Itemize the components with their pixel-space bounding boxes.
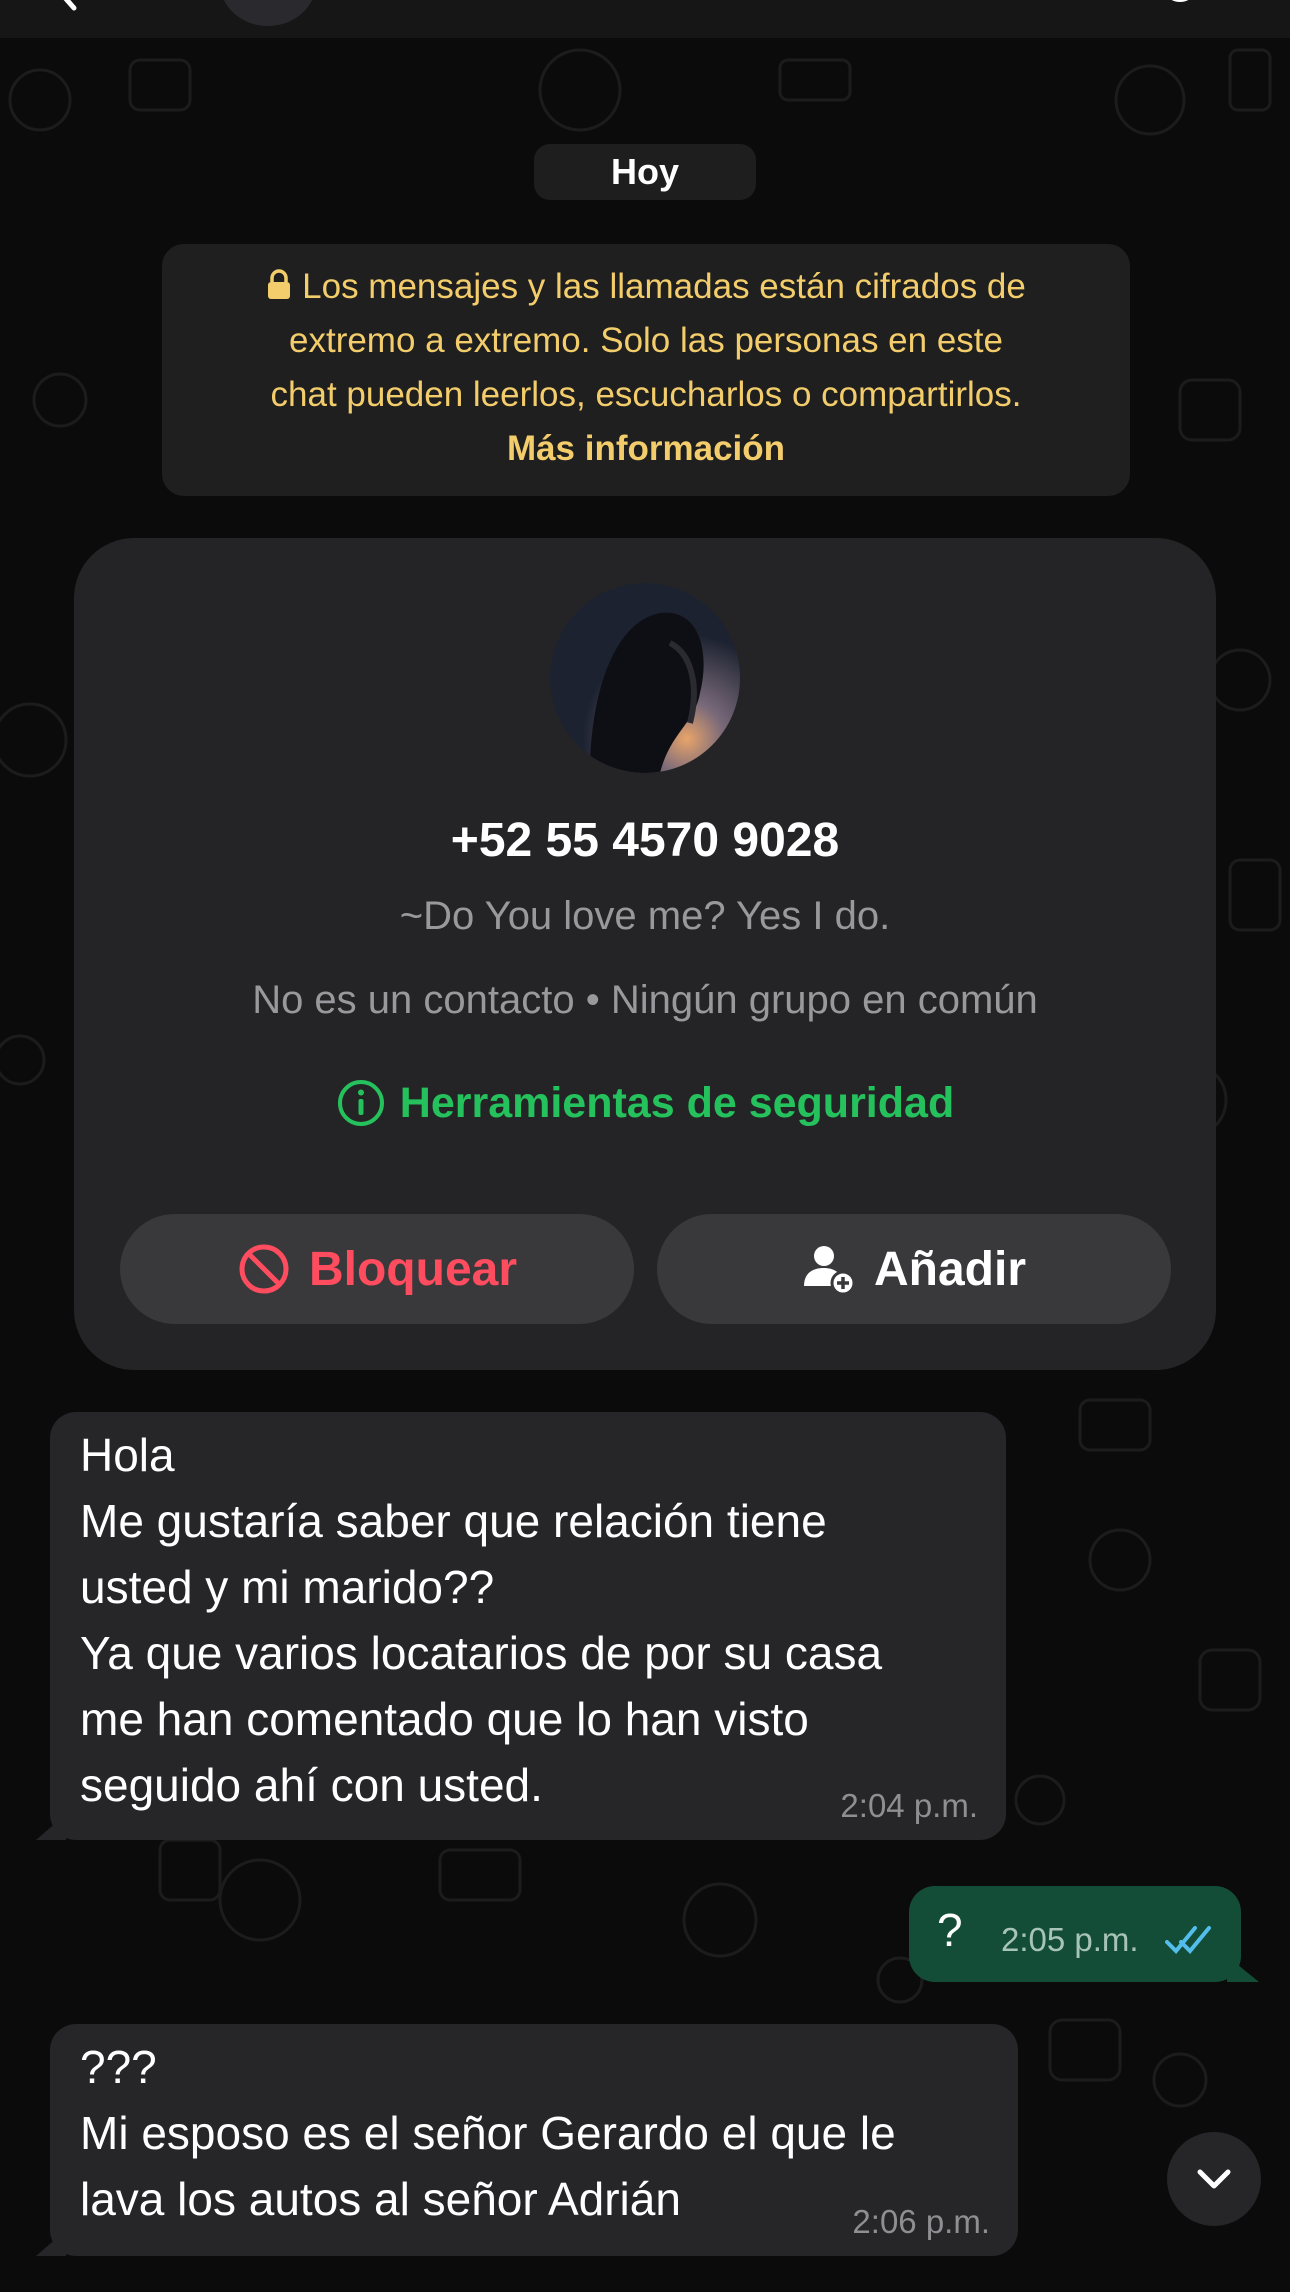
message-text-line: Mi esposo es el señor Gerardo el que le [80, 2107, 896, 2159]
back-icon[interactable] [48, 0, 88, 12]
block-icon [239, 1244, 289, 1294]
message-text-line: ??? [80, 2041, 157, 2093]
contact-info-card: +52 55 4570 9028 ~Do You love me? Yes I … [74, 538, 1216, 1370]
chevron-down-icon [1197, 2169, 1231, 2189]
encryption-line-2: extremo a extremo. Solo las personas en … [289, 321, 1003, 360]
encryption-notice[interactable]: Los mensajes y las llamadas están cifrad… [162, 244, 1130, 496]
block-label: Bloquear [308, 1242, 518, 1296]
safety-tools-link[interactable]: Herramientas de seguridad [74, 1078, 1216, 1128]
add-label: Añadir [873, 1242, 1026, 1296]
message-time: 2:05 p.m. [1001, 1921, 1139, 1958]
encryption-line-1: Los mensajes y las llamadas están cifrad… [162, 260, 1130, 314]
contact-relationship-info: No es un contacto • Ningún grupo en comú… [252, 978, 1038, 1022]
message-text-line: usted y mi marido?? [80, 1561, 495, 1613]
scroll-to-bottom-button[interactable] [1167, 2132, 1261, 2226]
message-text: ? [937, 1904, 963, 1956]
message-time: 2:04 p.m. [840, 1787, 978, 1824]
more-info-link[interactable]: Más información [162, 422, 1130, 476]
message-text-line: Ya que varios locatarios de por su casa [80, 1627, 883, 1679]
outgoing-message[interactable]: ? 2:05 p.m. [909, 1886, 1241, 1982]
safety-tools-label: Herramientas de seguridad [399, 1078, 955, 1127]
encryption-line-3: chat pueden leerlos, escucharlos o compa… [270, 375, 1022, 414]
chat-header [0, 0, 1290, 38]
lock-icon [268, 269, 291, 299]
contact-phone: +52 55 4570 9028 [450, 814, 840, 867]
incoming-message[interactable]: ??? Mi esposo es el señor Gerardo el que… [50, 2024, 1018, 2256]
message-text-line: Me gustaría saber que relación tiene [80, 1495, 827, 1547]
message-time: 2:06 p.m. [852, 2203, 990, 2240]
double-check-icon [1165, 1926, 1211, 1954]
block-button[interactable]: Bloquear [120, 1214, 634, 1324]
add-contact-button[interactable]: Añadir [657, 1214, 1171, 1324]
contact-avatar[interactable] [550, 583, 740, 773]
info-icon [337, 1080, 384, 1126]
message-text-line: Hola [80, 1429, 175, 1481]
date-separator: Hoy [534, 144, 756, 200]
message-text-line: me han comentado que lo han visto [80, 1693, 809, 1745]
add-contact-icon [803, 1246, 856, 1296]
header-avatar[interactable] [220, 0, 316, 26]
contact-status: ~Do You love me? Yes I do. [399, 894, 891, 938]
incoming-message[interactable]: Hola Me gustaría saber que relación tien… [50, 1412, 1006, 1840]
call-icon[interactable] [1160, 0, 1200, 4]
